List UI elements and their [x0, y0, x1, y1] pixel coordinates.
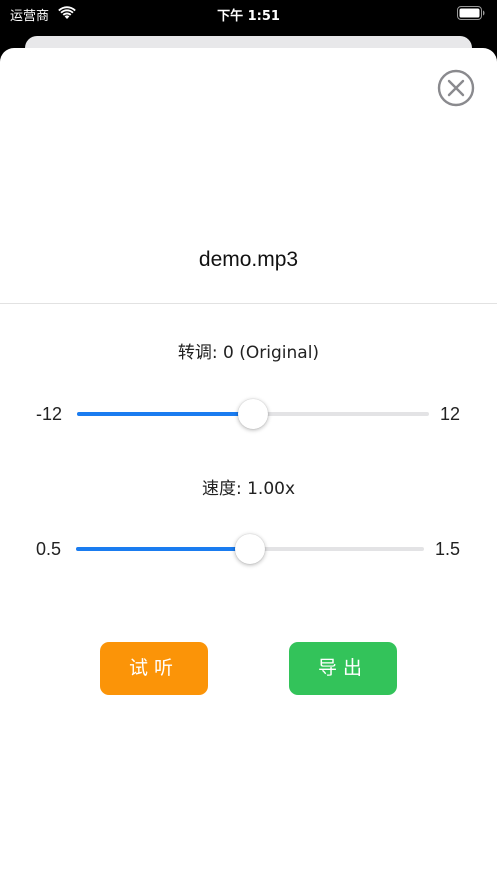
pitch-max-label: 12: [440, 404, 461, 424]
speed-slider-fill: [76, 547, 250, 551]
speed-min-label: 0.5: [36, 539, 62, 559]
status-bar: 运营商 下午 1:51: [0, 0, 497, 28]
speed-slider[interactable]: [76, 534, 424, 564]
pitch-slider-fill: [77, 412, 253, 416]
status-time: 下午 1:51: [217, 9, 280, 24]
pitch-slider[interactable]: [77, 399, 429, 429]
listen-button[interactable]: 试听: [100, 642, 208, 695]
pitch-slider-thumb[interactable]: [238, 399, 268, 429]
export-button[interactable]: 导出: [289, 642, 397, 695]
pitch-label: 转调: 0 (Original): [177, 343, 320, 363]
audio-edit-sheet: [0, 48, 497, 883]
file-name-title: demo.mp3: [198, 248, 299, 271]
battery-icon: [457, 6, 485, 20]
close-icon[interactable]: [437, 69, 475, 107]
pitch-min-label: -12: [36, 404, 63, 424]
speed-max-label: 1.5: [435, 539, 461, 559]
speed-label: 速度: 1.00x: [201, 479, 296, 499]
divider: [0, 303, 497, 304]
speed-slider-thumb[interactable]: [235, 534, 265, 564]
